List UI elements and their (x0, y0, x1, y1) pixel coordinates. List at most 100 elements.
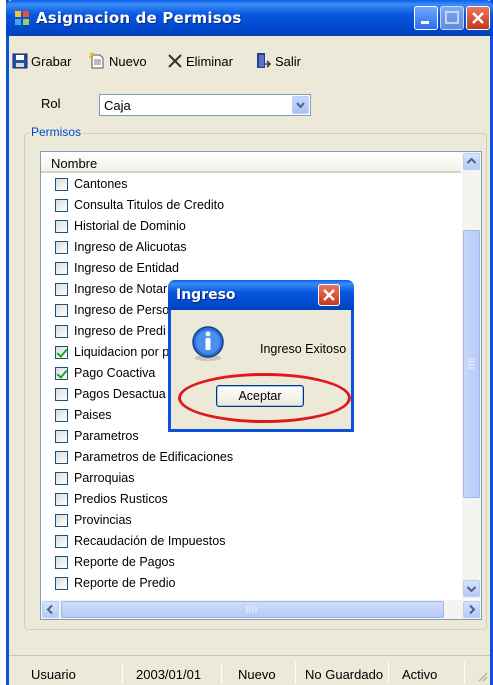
resize-grip-icon[interactable] (476, 670, 488, 682)
information-icon (192, 326, 224, 361)
nuevo-button[interactable]: Nuevo (88, 50, 147, 72)
dialog-message: Ingreso Exitoso (260, 342, 347, 356)
permission-checkbox[interactable] (55, 430, 68, 443)
minimize-icon (421, 21, 429, 24)
close-icon (472, 12, 484, 24)
grip-icon (468, 358, 475, 369)
list-item[interactable]: Historial de Dominio (41, 216, 461, 237)
list-item[interactable]: Provincias (41, 510, 461, 531)
rol-dropdown-arrow[interactable] (292, 96, 309, 114)
permission-checkbox[interactable] (55, 367, 68, 380)
scroll-right-button[interactable] (463, 601, 480, 618)
vertical-scroll-thumb[interactable] (463, 230, 480, 498)
rol-dropdown[interactable]: Caja (99, 94, 311, 116)
permission-label: Ingreso de Entidad (74, 261, 179, 275)
chevron-right-icon (469, 604, 476, 615)
permission-checkbox[interactable] (55, 409, 68, 422)
close-icon (323, 289, 335, 301)
permission-label: Cantones (74, 177, 128, 191)
list-item[interactable]: Ingreso de Alicuotas (41, 237, 461, 258)
app-icon (15, 11, 29, 25)
title-bar[interactable]: Asignacion de Permisos (6, 0, 493, 36)
permission-label: Historial de Dominio (74, 219, 186, 233)
status-fecha: 2003/01/01 (136, 667, 202, 682)
chevron-left-icon (46, 604, 53, 615)
permission-checkbox[interactable] (55, 262, 68, 275)
list-item[interactable]: Recaudación de Impuestos (41, 531, 461, 552)
status-guardado: No Guardado (305, 667, 384, 682)
permission-checkbox[interactable] (55, 577, 68, 590)
nuevo-label: Nuevo (109, 53, 147, 69)
column-header-nombre[interactable]: Nombre (41, 152, 461, 173)
horizontal-scrollbar[interactable] (41, 600, 481, 619)
grabar-label: Grabar (31, 53, 72, 69)
eliminar-button[interactable]: Eliminar (167, 50, 233, 72)
status-divider (295, 662, 296, 684)
scroll-down-button[interactable] (463, 580, 480, 597)
status-divider (122, 662, 123, 684)
list-item[interactable]: Consulta Titulos de Credito (41, 195, 461, 216)
save-icon (12, 53, 28, 69)
vertical-scrollbar[interactable] (462, 152, 481, 599)
permission-label: Parroquias (74, 471, 135, 485)
minimize-button[interactable] (414, 6, 438, 30)
salir-button[interactable]: Salir (254, 50, 301, 72)
permission-checkbox[interactable] (55, 535, 68, 548)
delete-icon (168, 54, 182, 68)
permission-checkbox[interactable] (55, 325, 68, 338)
list-item[interactable]: Predios Rusticos (41, 489, 461, 510)
permission-checkbox[interactable] (55, 514, 68, 527)
chevron-down-icon (466, 586, 477, 593)
maximize-button[interactable] (440, 6, 464, 30)
permission-checkbox[interactable] (55, 304, 68, 317)
list-item[interactable]: Cantones (41, 174, 461, 195)
permission-label: Parametros (74, 429, 139, 443)
status-bar: Usuario 2003/01/01 Nuevo No Guardado Act… (9, 655, 490, 685)
list-item[interactable]: Reporte de Pagos (41, 552, 461, 573)
status-divider (221, 662, 222, 684)
toolbar: Grabar Nuevo Eliminar Salir (9, 50, 479, 74)
status-usuario: Usuario (31, 667, 76, 682)
chevron-down-icon (296, 102, 305, 109)
status-divider (388, 662, 389, 684)
permission-label: Reporte de Predio (74, 576, 176, 590)
permission-checkbox[interactable] (55, 199, 68, 212)
list-item[interactable]: Parametros de Edificaciones (41, 447, 461, 468)
horizontal-scroll-thumb[interactable] (61, 601, 444, 618)
scroll-left-button[interactable] (42, 601, 59, 618)
eliminar-label: Eliminar (186, 53, 233, 69)
new-document-icon (89, 52, 104, 69)
dialog-title-bar[interactable]: Ingreso (168, 280, 354, 310)
permission-checkbox[interactable] (55, 388, 68, 401)
maximize-icon (445, 11, 459, 24)
permisos-title: Permisos (29, 125, 84, 139)
permission-label: Ingreso de Predi (74, 324, 166, 338)
permission-checkbox[interactable] (55, 283, 68, 296)
red-highlight-ellipse (178, 373, 351, 423)
permission-label: Parametros de Edificaciones (74, 450, 234, 464)
permission-label: Paises (74, 408, 112, 422)
permission-label: Ingreso de Alicuotas (74, 240, 187, 254)
permission-checkbox[interactable] (55, 472, 68, 485)
permission-checkbox[interactable] (55, 241, 68, 254)
list-item[interactable]: Reporte de Predio (41, 573, 461, 594)
list-item[interactable]: Parroquias (41, 468, 461, 489)
column-header-label: Nombre (51, 156, 98, 171)
permission-checkbox[interactable] (55, 493, 68, 506)
permission-checkbox[interactable] (55, 451, 68, 464)
permission-checkbox[interactable] (55, 346, 68, 359)
permission-checkbox[interactable] (55, 556, 68, 569)
scroll-up-button[interactable] (463, 153, 480, 170)
permission-label: Provincias (74, 513, 132, 527)
permission-checkbox[interactable] (55, 178, 68, 191)
permission-checkbox[interactable] (55, 220, 68, 233)
permission-label: Recaudación de Impuestos (74, 534, 226, 548)
list-item[interactable]: Ingreso de Entidad (41, 258, 461, 279)
status-modo: Nuevo (238, 667, 276, 682)
grip-icon (246, 606, 257, 613)
grabar-button[interactable]: Grabar (12, 50, 71, 72)
dialog-close-button[interactable] (318, 284, 340, 306)
salir-label: Salir (275, 53, 302, 69)
close-button[interactable] (466, 6, 490, 30)
permission-label: Reporte de Pagos (74, 555, 175, 569)
